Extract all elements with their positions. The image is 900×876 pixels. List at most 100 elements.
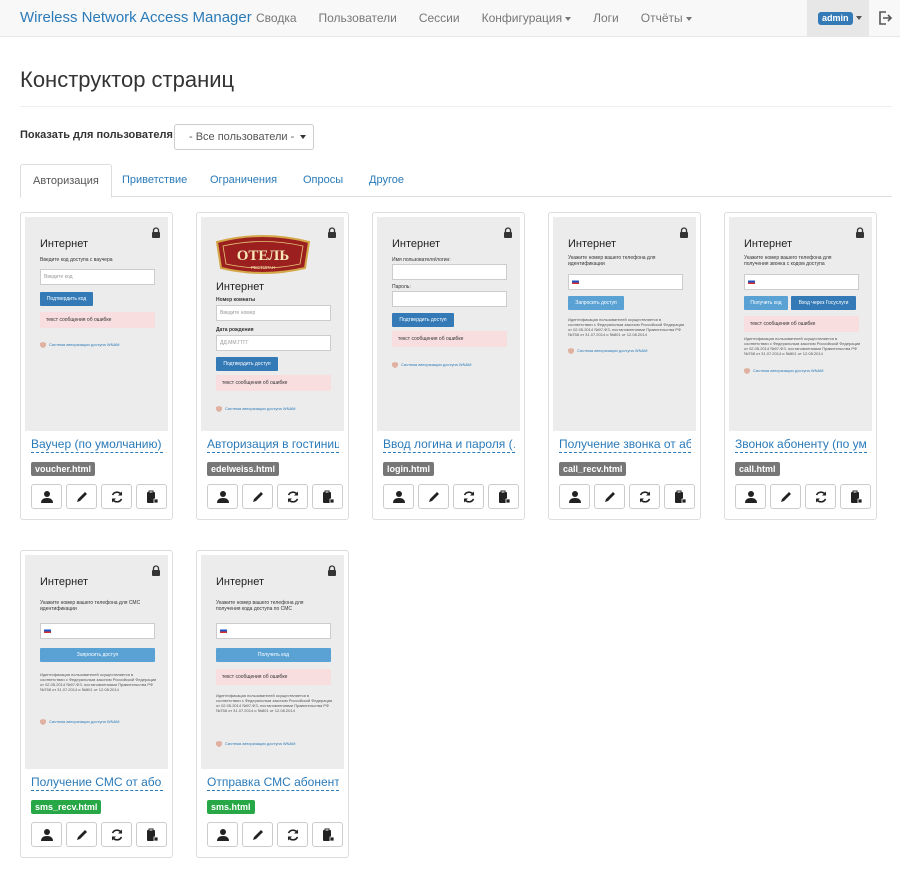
nav-label: Пользователи	[318, 11, 397, 25]
template-preview[interactable]: Интернет Укажите номер вашего телефона д…	[25, 555, 168, 769]
clipboard-icon	[499, 490, 511, 504]
template-preview[interactable]: Интернет Укажите номер вашего телефона д…	[729, 217, 872, 431]
preview-prompt: получения звонка с кодом доступа	[744, 261, 825, 267]
copy-button[interactable]	[664, 484, 695, 509]
caret-down-icon	[300, 135, 306, 139]
pencil-icon	[429, 492, 439, 502]
edit-button[interactable]	[242, 822, 273, 847]
reset-button[interactable]	[453, 484, 484, 509]
reset-button[interactable]	[101, 822, 132, 847]
assign-user-button[interactable]	[207, 484, 238, 509]
preview-heading: Интернет	[216, 281, 264, 293]
preview-heading: Интернет	[40, 576, 88, 588]
preview-room-input: Введите номер	[216, 305, 331, 321]
clipboard-icon	[147, 828, 159, 842]
preview-footer: Система авторизации доступа WNAM	[392, 362, 471, 368]
copy-button[interactable]	[136, 822, 167, 847]
select-value: - Все пользователи -	[189, 131, 295, 143]
assign-user-button[interactable]	[31, 822, 62, 847]
preview-room-label: Номер комнаты	[216, 297, 256, 303]
flag-icon	[44, 628, 51, 634]
brand-link[interactable]: Wireless Network Access Manager	[20, 9, 252, 26]
logout-icon[interactable]	[877, 10, 893, 26]
preview-legal-text: Идентификация пользователей осуществляет…	[216, 693, 333, 713]
card-title-link[interactable]: Ввод логина и пароля (…	[383, 437, 515, 453]
nav-item-summary[interactable]: Сводка	[245, 0, 308, 37]
tab-other[interactable]: Другое	[357, 164, 416, 197]
tab-authorization[interactable]: Авторизация	[20, 164, 112, 198]
logo-subtext: РЕСТОРАН	[251, 265, 275, 270]
preview-password-label: Пароль:	[392, 284, 411, 290]
nav-item-configuration[interactable]: Конфигурация	[471, 0, 583, 37]
template-preview[interactable]: Интернет Укажите номер вашего телефона д…	[553, 217, 696, 431]
copy-button[interactable]	[840, 484, 871, 509]
card-actions	[383, 484, 523, 509]
copy-button[interactable]	[312, 822, 343, 847]
reset-button[interactable]	[277, 822, 308, 847]
template-card-login: Интернет Имя пользователя/логин: Пароль:…	[372, 212, 525, 520]
user-filter-select[interactable]: - Все пользователи -	[174, 124, 314, 150]
preview-prompt: идентификации	[568, 261, 605, 267]
preview-error: текст сообщения об ошибке	[744, 316, 859, 332]
card-title-link[interactable]: Получение СМС от або…	[31, 775, 163, 791]
assign-user-button[interactable]	[735, 484, 766, 509]
preview-heading: Интернет	[568, 238, 616, 250]
preview-phone-input	[744, 274, 859, 290]
assign-user-button[interactable]	[31, 484, 62, 509]
tab-polls[interactable]: Опросы	[291, 164, 355, 197]
reset-button[interactable]	[629, 484, 660, 509]
preview-phone-input	[216, 623, 331, 639]
assign-user-button[interactable]	[559, 484, 590, 509]
preview-button: Подтвердить доступ	[392, 313, 454, 327]
header-divider	[20, 106, 892, 107]
assign-user-button[interactable]	[207, 822, 238, 847]
refresh-icon	[463, 491, 475, 503]
file-badge: edelweiss.html	[207, 462, 280, 476]
lock-icon	[504, 227, 512, 238]
reset-button[interactable]	[277, 484, 308, 509]
reset-button[interactable]	[805, 484, 836, 509]
edit-button[interactable]	[66, 822, 97, 847]
shield-icon	[568, 348, 574, 354]
main-nav: Сводка Пользователи Сессии Конфигурация …	[245, 0, 703, 37]
template-preview[interactable]: ОТЕЛЬ РЕСТОРАН Интернет Номер комнаты Вв…	[201, 217, 344, 431]
shield-icon	[216, 741, 222, 747]
preview-button: Получить код	[744, 296, 788, 310]
card-title-link[interactable]: Звонок абоненту (по ум…	[735, 437, 867, 453]
template-preview[interactable]: Интернет Введите код доступа с ваучера В…	[25, 217, 168, 431]
nav-item-logs[interactable]: Логи	[582, 0, 630, 37]
assign-user-button[interactable]	[383, 484, 414, 509]
card-title-link[interactable]: Авторизация в гостиниц…	[207, 437, 339, 453]
edit-button[interactable]	[770, 484, 801, 509]
card-title-link[interactable]: Ваучер (по умолчанию)	[31, 437, 163, 453]
copy-button[interactable]	[136, 484, 167, 509]
file-badge: sms.html	[207, 800, 255, 814]
nav-item-reports[interactable]: Отчёты	[630, 0, 703, 37]
footer-text: Система авторизации доступа WNAM	[225, 406, 296, 412]
card-title-link[interactable]: Отправка СМС абонент…	[207, 775, 339, 791]
preview-footer: Система авторизации доступа WNAM	[40, 342, 119, 348]
edit-button[interactable]	[418, 484, 449, 509]
reset-button[interactable]	[101, 484, 132, 509]
preview-phone-input	[40, 623, 155, 639]
nav-item-sessions[interactable]: Сессии	[408, 0, 471, 37]
shield-icon	[216, 406, 222, 412]
preview-phone-input	[568, 274, 683, 290]
template-preview[interactable]: Интернет Имя пользователя/логин: Пароль:…	[377, 217, 520, 431]
nav-item-users[interactable]: Пользователи	[308, 0, 408, 37]
edit-button[interactable]	[66, 484, 97, 509]
card-title-link[interactable]: Получение звонка от аб…	[559, 437, 691, 453]
tab-greeting[interactable]: Приветствие	[110, 164, 199, 197]
refresh-icon	[287, 829, 299, 841]
lock-icon	[328, 565, 336, 576]
edit-button[interactable]	[242, 484, 273, 509]
user-icon	[745, 491, 757, 503]
template-preview[interactable]: Интернет Укажите номер вашего телефона д…	[201, 555, 344, 769]
preview-heading: Интернет	[40, 238, 88, 250]
user-menu[interactable]: admin	[807, 0, 869, 37]
edit-button[interactable]	[594, 484, 625, 509]
copy-button[interactable]	[312, 484, 343, 509]
copy-button[interactable]	[488, 484, 519, 509]
tab-restrictions[interactable]: Ограничения	[198, 164, 289, 197]
file-badge: call_recv.html	[559, 462, 627, 476]
